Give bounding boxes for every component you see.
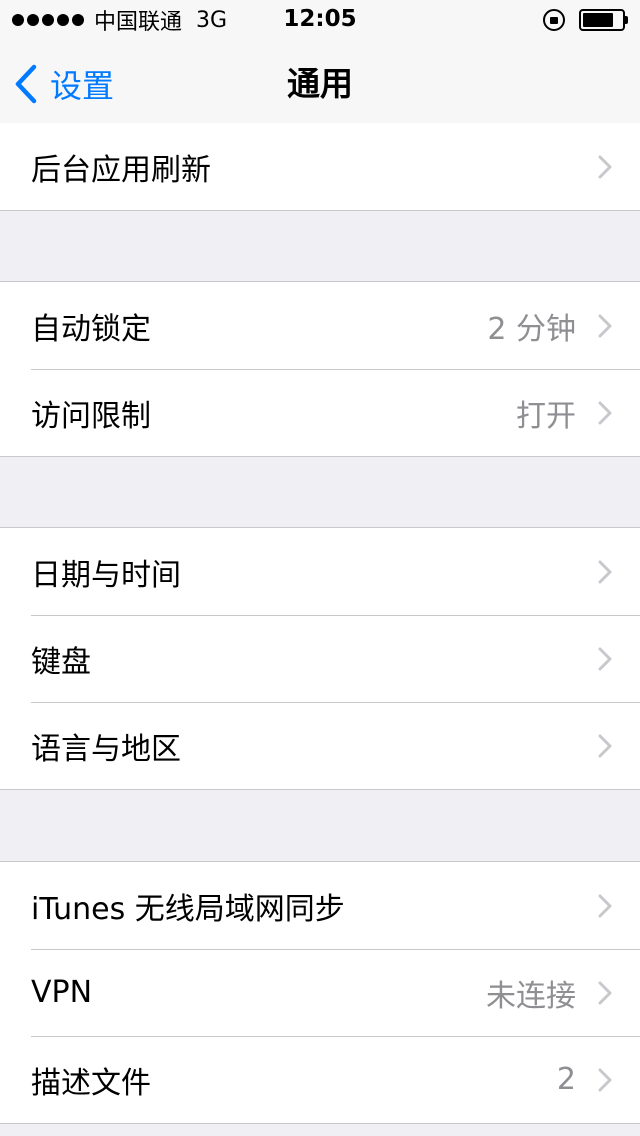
row-label: 语言与地区 [31,731,181,767]
row-profiles[interactable]: 描述文件 2 [0,1036,640,1123]
chevron-right-icon [598,894,612,917]
chevron-right-icon [598,314,612,337]
chevron-right-icon [598,401,612,424]
chevron-right-icon [598,1068,612,1091]
settings-group-2: 自动锁定 2 分钟 访问限制 打开 [0,281,640,457]
row-label: 访问限制 [31,398,151,434]
row-restrictions[interactable]: 访问限制 打开 [0,369,640,456]
settings-group-1: 后台应用刷新 [0,123,640,211]
navigation-bar: 设置 通用 [0,40,640,128]
row-label: iTunes 无线局域网同步 [31,891,345,927]
battery-icon [579,9,628,31]
rotation-lock-icon [543,9,565,31]
row-label: 自动锁定 [31,311,151,347]
row-label: 键盘 [31,644,91,680]
row-value: 2 [556,1062,576,1097]
page-title: 通用 [287,64,353,103]
row-background-app-refresh[interactable]: 后台应用刷新 [0,123,640,210]
row-label: 后台应用刷新 [31,152,211,188]
chevron-right-icon [598,560,612,583]
row-label: 日期与时间 [31,557,181,593]
chevron-right-icon [598,734,612,757]
chevron-right-icon [598,981,612,1004]
row-label: VPN [31,975,93,1010]
chevron-right-icon [598,647,612,670]
row-vpn[interactable]: VPN 未连接 [0,949,640,1036]
battery-fill [583,13,614,27]
settings-group-4: iTunes 无线局域网同步 VPN 未连接 描述文件 2 [0,861,640,1124]
row-keyboard[interactable]: 键盘 [0,615,640,702]
row-value: 2 分钟 [487,311,576,347]
status-bar: 中国联通 3G 12:05 [0,0,640,40]
row-value: 未连接 [486,978,576,1014]
row-label: 描述文件 [31,1065,151,1101]
status-right [543,7,628,33]
row-date-time[interactable]: 日期与时间 [0,528,640,615]
row-value: 打开 [516,398,576,434]
settings-group-3: 日期与时间 键盘 语言与地区 [0,527,640,790]
row-language-region[interactable]: 语言与地区 [0,702,640,789]
chevron-right-icon [598,155,612,178]
row-auto-lock[interactable]: 自动锁定 2 分钟 [0,282,640,369]
row-itunes-wifi-sync[interactable]: iTunes 无线局域网同步 [0,862,640,949]
